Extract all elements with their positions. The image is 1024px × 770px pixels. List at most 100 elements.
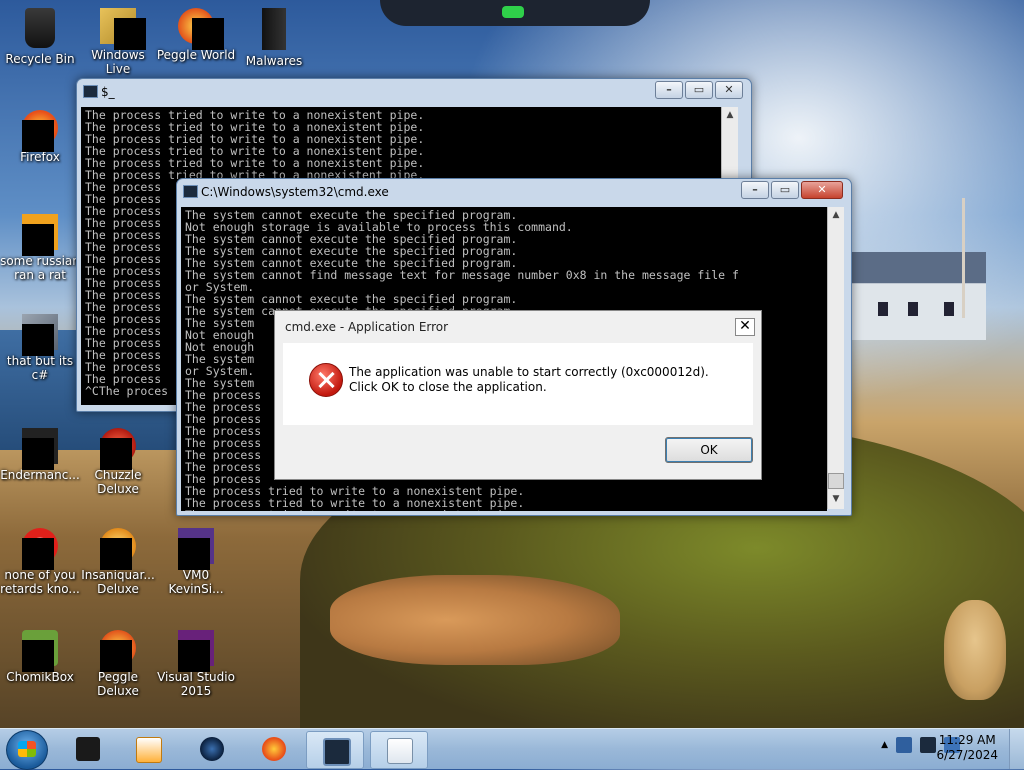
desktop-icon-endermanch[interactable]: Endermanc...: [0, 428, 80, 482]
desktop-icon-vm0[interactable]: VM0 KevinSi...: [156, 528, 236, 596]
desktop-icon-label: Peggle Deluxe: [97, 670, 139, 698]
desktop-icon-malwares[interactable]: Malwares: [234, 8, 314, 68]
recycle-bin-icon: [25, 8, 55, 48]
desktop-wallpaper-rocks: [330, 575, 620, 665]
clock-date: 6/27/2024: [936, 748, 998, 762]
dialog-title: cmd.exe - Application Error: [285, 320, 449, 334]
desktop-icon-label: some russian ran a rat: [0, 254, 80, 282]
dialog-body: The application was unable to start corr…: [283, 343, 753, 425]
scroll-down-icon[interactable]: ▼: [828, 491, 844, 507]
show-desktop-button[interactable]: [1009, 729, 1024, 769]
desktop-icon-label: Malwares: [245, 54, 303, 68]
taskbar-item-dialog[interactable]: [370, 731, 428, 769]
desktop-icon-visual-studio[interactable]: Visual Studio 2015: [156, 630, 236, 698]
windows-logo-icon: [18, 741, 36, 757]
dialog-close-button[interactable]: ✕: [735, 318, 755, 336]
desktop-icon-label: Visual Studio 2015: [157, 670, 235, 698]
tray-expand-icon[interactable]: ▲: [881, 737, 888, 753]
console-icon: [83, 85, 98, 98]
firefox-icon: [262, 737, 286, 761]
desktop-icon-label: Endermanc...: [0, 468, 80, 482]
desktop-icon-label: Insaniquar... Deluxe: [81, 568, 155, 596]
house-window: [944, 302, 954, 316]
window-title: C:\Windows\system32\cmd.exe: [201, 185, 389, 199]
window-titlebar[interactable]: $_ – ▭ ✕: [77, 79, 751, 105]
taskbar-item-media-player[interactable]: [120, 731, 176, 767]
network-icon[interactable]: [896, 737, 912, 753]
clock-time: 11:29 AM: [938, 733, 996, 747]
close-button[interactable]: ✕: [715, 81, 743, 99]
desktop-icon-label: ChomikBox: [6, 670, 74, 684]
desktop-wallpaper-house: [852, 252, 986, 340]
desktop-icon-peggle-world[interactable]: Peggle World: [156, 8, 236, 62]
application-error-dialog[interactable]: cmd.exe - Application Error ✕ The applic…: [274, 310, 762, 480]
media-player-icon: [136, 737, 162, 763]
window-titlebar[interactable]: C:\Windows\system32\cmd.exe – ▭ ✕: [177, 179, 851, 205]
close-icon: ✕: [739, 318, 751, 334]
taskbar-item-browser[interactable]: [184, 731, 240, 767]
virtual-machine-icon: [178, 528, 214, 570]
desktop-icon-chuzzle-deluxe[interactable]: Chuzzle Deluxe: [78, 428, 158, 496]
desktop-wallpaper-flagpole: [962, 198, 965, 318]
taskbar-item-terminal[interactable]: [60, 731, 116, 767]
maximize-button[interactable]: ▭: [771, 181, 799, 199]
console-line: The process tried to write to a nonexist…: [185, 509, 823, 511]
window-title: $_: [101, 85, 115, 99]
desktop-icon-label: none of you retards kno...: [0, 568, 80, 596]
close-button[interactable]: ✕: [801, 181, 843, 199]
desktop-icon-label: Firefox: [20, 150, 60, 164]
application-icon: [22, 314, 58, 356]
house-window: [878, 302, 888, 316]
ok-button[interactable]: OK: [665, 437, 753, 463]
desktop-icon-label: Chuzzle Deluxe: [94, 468, 142, 496]
terminal-icon: [76, 737, 100, 761]
console-icon: [183, 185, 198, 198]
folder-malwares-icon: [262, 8, 286, 50]
desktop-icon-label: Windows Live: [91, 48, 145, 76]
desktop-icon-that-but-csharp[interactable]: that but its c#: [0, 314, 80, 382]
scroll-thumb[interactable]: [828, 473, 844, 489]
opera-icon: [22, 528, 58, 570]
taskbar-item-cmd[interactable]: [306, 731, 364, 769]
start-button[interactable]: [6, 730, 48, 770]
scroll-up-icon[interactable]: ▲: [828, 207, 844, 223]
house-window: [908, 302, 918, 316]
insaniquarium-icon: [100, 528, 136, 570]
desktop-icon-label: that but its c#: [6, 354, 74, 382]
console-line: The system cannot find message text for …: [185, 268, 739, 282]
desktop-icon-chomikbox[interactable]: ChomikBox: [0, 630, 80, 684]
globe-icon: [200, 737, 224, 761]
chuzzle-icon: [100, 428, 136, 470]
scroll-up-icon[interactable]: ▲: [722, 107, 738, 123]
windows-live-icon: [100, 8, 146, 50]
application-icon: [22, 214, 58, 256]
firefox-icon: [22, 110, 58, 152]
hamster-desktop-pet-icon[interactable]: [944, 600, 1006, 700]
desktop-icon-windows-live[interactable]: Windows Live: [78, 8, 158, 76]
desktop-icon-peggle-deluxe[interactable]: Peggle Deluxe: [78, 630, 158, 698]
desktop-icon-recycle-bin[interactable]: Recycle Bin: [0, 8, 80, 66]
monitor-icon[interactable]: [920, 737, 936, 753]
visual-studio-icon: [178, 630, 214, 672]
desktop-icon-none-of-you[interactable]: none of you retards kno...: [0, 528, 80, 596]
maximize-button[interactable]: ▭: [685, 81, 713, 99]
peggle-deluxe-icon: [100, 630, 136, 672]
taskbar-clock[interactable]: 11:29 AM 6/27/2024: [936, 733, 998, 763]
desktop-icon-label: Peggle World: [156, 48, 236, 62]
desktop-icon-russian-rat[interactable]: some russian ran a rat: [0, 214, 80, 282]
desktop-icon-insaniquarium[interactable]: Insaniquar... Deluxe: [78, 528, 158, 596]
desktop-icon-firefox[interactable]: Firefox: [0, 110, 80, 164]
dialog-message: The application was unable to start corr…: [349, 365, 709, 394]
vertical-scrollbar[interactable]: ▲ ▼: [827, 207, 844, 509]
desktop-icon-label: Recycle Bin: [5, 52, 75, 66]
minimize-button[interactable]: –: [655, 81, 683, 99]
desktop-icon-label: VM0 KevinSi...: [168, 568, 224, 596]
chomikbox-icon: [22, 630, 58, 672]
error-icon: [309, 363, 343, 397]
taskbar-item-firefox[interactable]: [246, 731, 302, 767]
window-icon: [387, 738, 413, 764]
application-icon: [22, 428, 58, 470]
desktop-gadget-icon: [380, 0, 650, 26]
minimize-button[interactable]: –: [741, 181, 769, 199]
taskbar: ▲ 11:29 AM 6/27/2024: [0, 728, 1024, 770]
